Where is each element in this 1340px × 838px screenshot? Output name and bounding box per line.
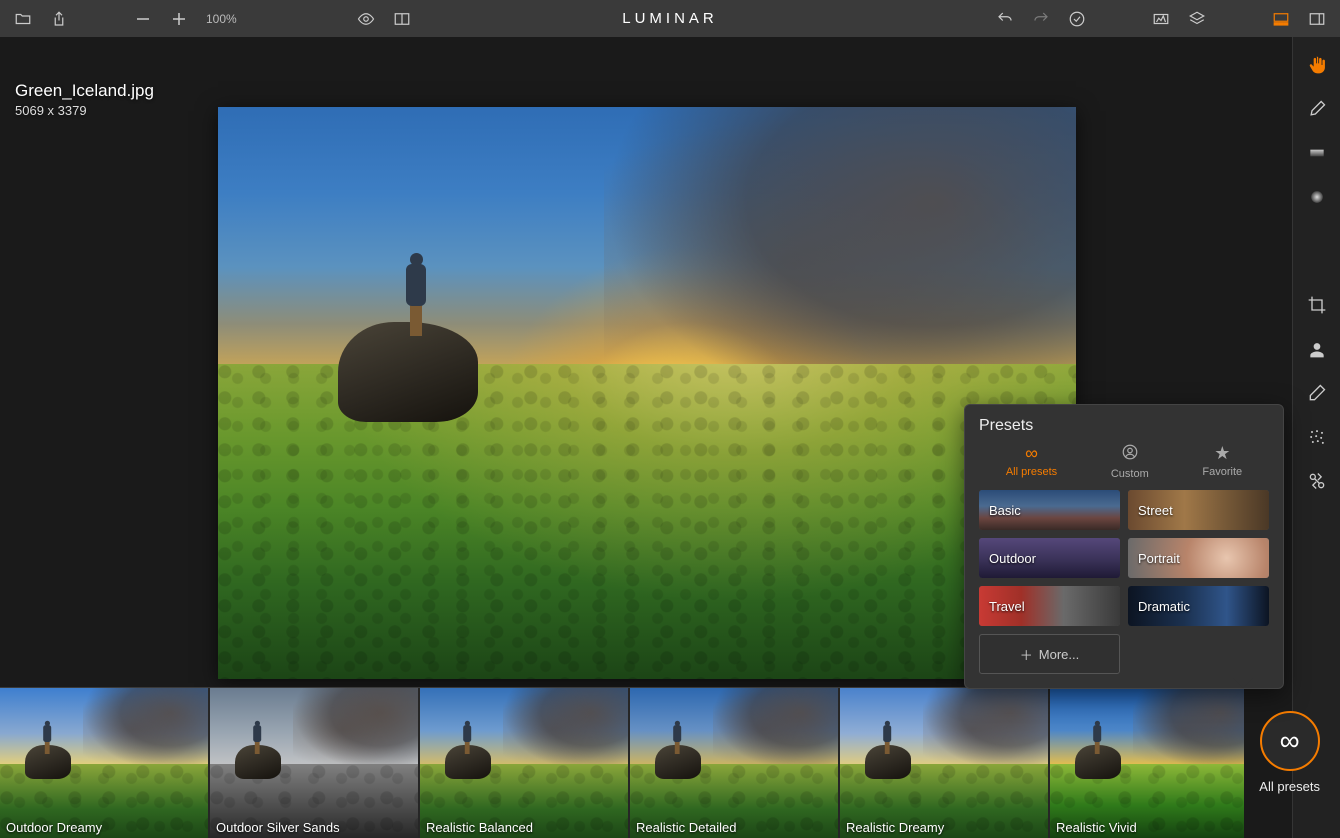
undo-icon[interactable] [996, 10, 1014, 28]
preset-thumb-label: Realistic Balanced [426, 820, 533, 835]
preset-thumb[interactable]: Realistic Vivid [1050, 688, 1244, 838]
preset-thumb[interactable]: Realistic Dreamy [840, 688, 1050, 838]
share-icon[interactable] [50, 10, 68, 28]
star-icon: ★ [1214, 443, 1230, 464]
transform-tool-icon[interactable] [1307, 471, 1327, 491]
preset-cat-outdoor[interactable]: Outdoor [979, 538, 1120, 578]
side-panel-icon[interactable] [1308, 10, 1326, 28]
app-title: LUMINAR [622, 10, 718, 27]
preset-cat-portrait[interactable]: Portrait [1128, 538, 1269, 578]
pan-tool-icon[interactable] [1307, 55, 1327, 75]
tab-favorite[interactable]: ★ Favorite [1202, 443, 1242, 480]
infinity-icon: ∞ [1280, 725, 1300, 757]
compare-icon[interactable] [393, 10, 411, 28]
presets-view-icon[interactable] [1272, 10, 1290, 28]
brush-tool-icon[interactable] [1307, 99, 1327, 119]
preset-thumb-label: Outdoor Silver Sands [216, 820, 340, 835]
preset-thumb[interactable]: Outdoor Dreamy [0, 688, 210, 838]
gradient-tool-icon[interactable] [1307, 143, 1327, 163]
preset-thumb-label: Realistic Detailed [636, 820, 736, 835]
preset-cat-travel[interactable]: Travel [979, 586, 1120, 626]
clone-tool-icon[interactable] [1307, 339, 1327, 359]
approve-icon[interactable] [1068, 10, 1086, 28]
preset-thumb[interactable]: Realistic Balanced [420, 688, 630, 838]
presets-tabs: ∞ All presets Custom ★ Favorite [979, 443, 1269, 480]
crop-tool-icon[interactable] [1307, 295, 1327, 315]
zoom-in-icon[interactable] [170, 10, 188, 28]
infinity-icon: ∞ [1025, 443, 1038, 464]
tab-custom[interactable]: Custom [1111, 443, 1149, 480]
file-name: Green_Iceland.jpg [15, 81, 154, 101]
preset-thumb-label: Realistic Vivid [1056, 820, 1137, 835]
preset-thumb[interactable]: Realistic Detailed [630, 688, 840, 838]
denoise-tool-icon[interactable] [1307, 427, 1327, 447]
zoom-out-icon[interactable] [134, 10, 152, 28]
file-dimensions: 5069 x 3379 [15, 103, 154, 118]
preset-categories: Basic Street Outdoor Portrait Travel Dra… [979, 490, 1269, 674]
preset-thumb-label: Realistic Dreamy [846, 820, 944, 835]
preset-more-button[interactable]: ＋ More... [979, 634, 1120, 674]
user-icon [1121, 443, 1139, 466]
open-icon[interactable] [14, 10, 32, 28]
preset-thumb[interactable]: Outdoor Silver Sands [210, 688, 420, 838]
tab-all-presets[interactable]: ∞ All presets [1006, 443, 1057, 480]
layers-icon[interactable] [1188, 10, 1206, 28]
preset-cat-street[interactable]: Street [1128, 490, 1269, 530]
presets-title: Presets [979, 417, 1269, 435]
preview-icon[interactable] [357, 10, 375, 28]
file-info: Green_Iceland.jpg 5069 x 3379 [15, 81, 154, 118]
main-image[interactable] [218, 107, 1076, 679]
redo-icon[interactable] [1032, 10, 1050, 28]
preset-cat-basic[interactable]: Basic [979, 490, 1120, 530]
top-toolbar: 100% LUMINAR [0, 0, 1340, 37]
histogram-icon[interactable] [1152, 10, 1170, 28]
preset-strip: Outdoor Dreamy Outdoor Silver Sands Realis… [0, 687, 1244, 838]
presets-panel: Presets ∞ All presets Custom ★ Favorite … [964, 404, 1284, 689]
erase-tool-icon[interactable] [1307, 383, 1327, 403]
preset-thumb-label: Outdoor Dreamy [6, 820, 102, 835]
radial-tool-icon[interactable] [1307, 187, 1327, 207]
plus-icon: ＋ [1020, 645, 1033, 664]
zoom-level[interactable]: 100% [206, 12, 237, 26]
all-presets-button[interactable]: ∞ All presets [1259, 711, 1320, 794]
preset-cat-dramatic[interactable]: Dramatic [1128, 586, 1269, 626]
